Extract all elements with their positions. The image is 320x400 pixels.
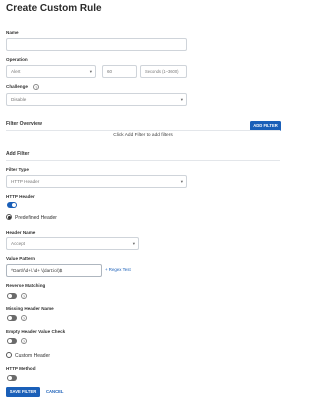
regex-test-link[interactable]: + Regex Test <box>105 267 131 272</box>
custom-header-label: Custom Header <box>15 352 51 359</box>
empty-header-toggle[interactable] <box>7 338 17 344</box>
toggle-knob <box>7 293 12 298</box>
predefined-header-radio[interactable] <box>6 214 12 220</box>
predefined-header-label: Predefined Header <box>15 214 57 221</box>
value-pattern-value: ^Dart\/\d+\.\d+ \(dart:io\)$ <box>11 268 63 273</box>
reverse-matching-toggle[interactable] <box>7 293 17 299</box>
help-circle-icon[interactable]: ? <box>21 338 27 344</box>
filter-overview-title: Filter Overview <box>6 121 42 127</box>
http-header-toggle[interactable] <box>7 202 17 208</box>
toggle-knob <box>7 315 12 320</box>
header-name-value: Accept <box>11 241 26 246</box>
toggle-knob <box>12 202 17 207</box>
save-filter-button[interactable]: SAVE FILTER <box>6 387 40 397</box>
empty-header-label: Empty Header Value Check <box>6 329 66 334</box>
operation-action-select[interactable]: Alert ▾ <box>6 65 96 78</box>
operation-label: Operation <box>6 57 28 62</box>
value-pattern-input[interactable]: ^Dart\/\d+\.\d+ \(dart:io\)$ <box>6 264 102 277</box>
custom-header-radio[interactable] <box>6 352 12 358</box>
name-input[interactable] <box>6 38 187 51</box>
cancel-button[interactable]: CANCEL <box>46 387 63 397</box>
http-header-label: HTTP Header <box>6 194 35 199</box>
divider <box>6 160 280 161</box>
header-name-label: Header Name <box>6 230 36 235</box>
empty-filters-message: Click Add Filter to add filters <box>113 133 173 138</box>
challenge-select[interactable]: Disable ▾ <box>6 93 187 106</box>
toggle-knob <box>7 375 12 380</box>
chevron-down-icon: ▾ <box>180 97 183 102</box>
help-circle-icon[interactable]: ? <box>21 315 27 321</box>
filter-type-label: Filter Type <box>6 167 29 172</box>
help-circle-icon[interactable]: ? <box>33 84 40 90</box>
chevron-down-icon: ▾ <box>180 179 183 184</box>
header-name-select[interactable]: Accept ▾ <box>6 237 139 250</box>
reverse-matching-label: Reverse Matching <box>6 283 46 288</box>
missing-header-toggle[interactable] <box>7 315 17 321</box>
http-method-label: HTTP Method <box>6 366 36 371</box>
missing-header-label: Missing Header Name <box>6 306 54 311</box>
operation-count-input[interactable]: 60 <box>102 65 137 78</box>
add-filter-title: Add Filter <box>6 151 30 157</box>
operation-unit-field[interactable]: Seconds (1–3600) <box>140 65 187 78</box>
filter-type-value: HTTP Header <box>11 179 40 184</box>
chevron-down-icon: ▾ <box>89 69 92 74</box>
divider <box>6 130 280 131</box>
challenge-value: Disable <box>11 97 27 102</box>
challenge-label: Challenge ? <box>6 84 40 90</box>
name-label: Name <box>6 30 19 35</box>
help-circle-icon[interactable]: ? <box>21 293 27 299</box>
challenge-label-text: Challenge <box>6 84 28 90</box>
toggle-knob <box>7 338 12 343</box>
chevron-down-icon: ▾ <box>132 241 135 246</box>
value-pattern-label: Value Pattern <box>6 256 36 261</box>
page-title: Create Custom Rule <box>6 3 102 14</box>
filter-type-select[interactable]: HTTP Header ▾ <box>6 175 187 188</box>
http-method-toggle[interactable] <box>7 375 17 381</box>
operation-action-value: Alert <box>11 69 21 74</box>
